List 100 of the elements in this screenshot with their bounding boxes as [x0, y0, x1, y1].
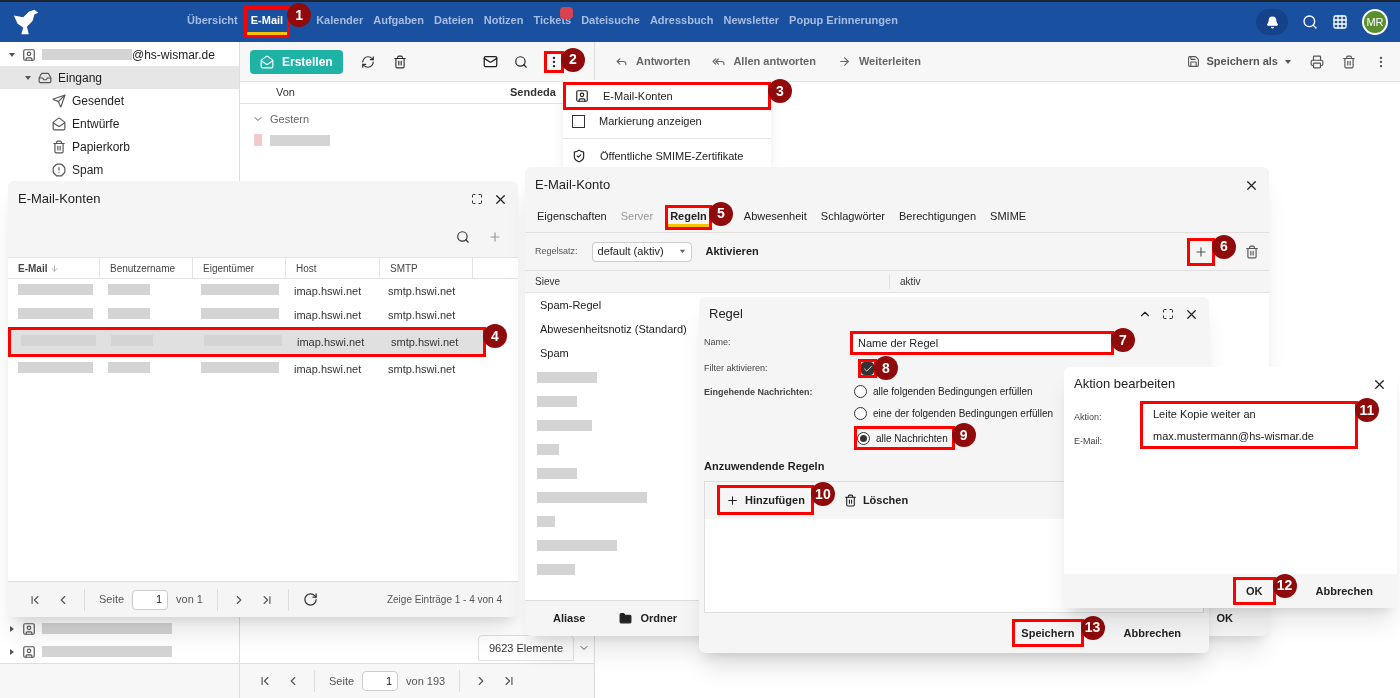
trash-icon[interactable]: [1245, 244, 1259, 259]
contact-icon: [575, 89, 589, 103]
user-avatar[interactable]: MR: [1362, 9, 1388, 35]
save-as-button[interactable]: Speichern als: [1187, 53, 1292, 70]
account-icon: [22, 621, 36, 636]
column-header[interactable]: Host: [286, 258, 380, 278]
folder-item[interactable]: Eingang: [0, 66, 239, 89]
caret-icon[interactable]: [1284, 57, 1292, 66]
aliases-button[interactable]: Aliase: [553, 610, 586, 627]
search-icon[interactable]: [514, 54, 528, 69]
caret-icon[interactable]: [8, 624, 16, 633]
ruleset-select[interactable]: default (aktiv): [591, 241, 692, 262]
tab[interactable]: Eigenschaften: [535, 207, 609, 228]
print-icon[interactable]: [1310, 54, 1324, 69]
column-header[interactable]: E-Mail: [8, 258, 100, 278]
name-field[interactable]: Name der Regel: [853, 334, 1111, 352]
plus-icon: [1194, 244, 1208, 259]
dialog-title: E-Mail-Konten: [18, 190, 101, 209]
nav-tab[interactable]: Dateien: [429, 9, 478, 35]
field-label: E-Mail:: [1074, 435, 1103, 448]
checkbox[interactable]: [572, 114, 585, 128]
toolbar-button[interactable]: Antworten: [615, 53, 691, 70]
toolbar-button[interactable]: Allen antworten: [712, 53, 816, 70]
ok-button[interactable]: OK: [1216, 610, 1233, 627]
folder-item[interactable]: Entwürfe: [0, 112, 239, 135]
folder-item[interactable]: Spam: [0, 158, 239, 181]
delete-rule-button[interactable]: Löschen: [843, 491, 909, 509]
maximize-icon[interactable]: [471, 193, 483, 205]
column-header[interactable]: Sieve: [525, 274, 890, 289]
radio-button[interactable]: [854, 384, 867, 398]
caret-icon[interactable]: [8, 647, 16, 656]
nav-tab[interactable]: Notizen: [479, 9, 528, 35]
mail-icon[interactable]: [483, 54, 498, 69]
search-icon[interactable]: [1302, 14, 1318, 30]
nav-tab[interactable]: Aufgaben: [369, 9, 428, 35]
trash-icon[interactable]: [1342, 54, 1356, 69]
shield-icon: [572, 149, 586, 163]
cancel-button[interactable]: Abbrechen: [1123, 624, 1181, 642]
dialog-title: Aktion bearbeiten: [1074, 375, 1176, 394]
field-label: Eingehende Nachrichten:: [704, 386, 814, 399]
blurred-text: [537, 443, 559, 455]
save-button[interactable]: Speichern: [1015, 621, 1081, 645]
blurred-text: [537, 515, 555, 527]
notifications-button[interactable]: [1256, 9, 1288, 35]
envelope-icon: [52, 116, 66, 131]
radio-button[interactable]: [854, 406, 867, 420]
nav-tab[interactable]: Newsletter: [719, 9, 784, 35]
step-badge: 1: [287, 3, 312, 27]
column-label[interactable]: Von: [276, 84, 510, 101]
table-cell-text: smtp.hswi.net: [387, 283, 457, 299]
step-badge: 11: [1355, 398, 1379, 422]
tab[interactable]: Abwesenheit: [741, 207, 809, 228]
nav-tab[interactable]: Kalender: [312, 9, 368, 35]
first-page-icon[interactable]: [258, 674, 272, 688]
apps-grid-icon[interactable]: [1332, 14, 1348, 30]
sync-icon[interactable]: [360, 54, 375, 69]
tab[interactable]: SMIME: [988, 207, 1029, 228]
add-rule-button[interactable]: Hinzufügen: [720, 488, 811, 512]
table-row[interactable]: imap.hswi.net smtp.hswi.net: [11, 330, 483, 354]
folder-item[interactable]: Gesendet: [0, 89, 239, 112]
column-header[interactable]: SMTP: [380, 258, 473, 278]
menu-item[interactable]: E-Mail-Konten: [566, 85, 768, 107]
toolbar-button[interactable]: Weiterleiten: [837, 53, 922, 70]
nav-tab[interactable]: Adressbuch: [645, 9, 718, 35]
caret-icon[interactable]: [678, 248, 686, 255]
tab[interactable]: Schlagwörter: [818, 207, 887, 228]
blurred-text: [537, 371, 597, 383]
maximize-icon[interactable]: [1162, 308, 1174, 320]
column-header[interactable]: aktiv: [890, 274, 921, 289]
column-header[interactable]: Benutzername: [100, 258, 193, 278]
trash-icon[interactable]: [392, 54, 407, 69]
check-icon: [862, 363, 873, 374]
radio-option[interactable]: alle folgenden Bedingungen erfüllen: [854, 382, 1037, 400]
search-icon[interactable]: [456, 230, 470, 244]
bell-icon[interactable]: [1265, 15, 1279, 29]
cancel-button[interactable]: Abbrechen: [1315, 582, 1373, 600]
folder-item[interactable]: @hs-wismar.de: [0, 43, 239, 66]
activate-button[interactable]: Aktivieren: [705, 243, 759, 260]
folder-item[interactable]: Papierkorb: [0, 135, 239, 158]
step-badge: 13: [1080, 615, 1105, 640]
tab[interactable]: Berechtigungen: [897, 207, 979, 228]
nav-tab[interactable]: Dateisuche: [577, 9, 644, 35]
page-label: Seite: [329, 673, 355, 689]
radio-option[interactable]: eine der folgenden Bedingungen erfüllen: [854, 404, 1058, 422]
caret-icon[interactable]: [8, 50, 16, 59]
radio-button[interactable]: [857, 431, 870, 445]
ok-button[interactable]: OK: [1236, 579, 1273, 603]
page-field[interactable]: 1: [362, 671, 399, 691]
radio-option[interactable]: alle Nachrichten: [857, 429, 952, 447]
nav-tab[interactable]: Tickets: [529, 9, 576, 35]
column-header[interactable]: Eigentümer: [193, 258, 286, 278]
nav-tab[interactable]: Popup Erinnerungen: [785, 9, 902, 35]
folders-button[interactable]: Ordner: [619, 610, 678, 627]
menu-item[interactable]: Öffentliche SMIME-Zertifikate: [563, 145, 765, 167]
nav-tab[interactable]: Übersicht: [183, 9, 242, 35]
caret-icon[interactable]: [24, 73, 32, 82]
refresh-icon[interactable]: [303, 592, 318, 607]
field-label: Name:: [704, 336, 732, 350]
page-field[interactable]: 1: [132, 589, 169, 610]
tab[interactable]: Regeln: [668, 207, 709, 228]
